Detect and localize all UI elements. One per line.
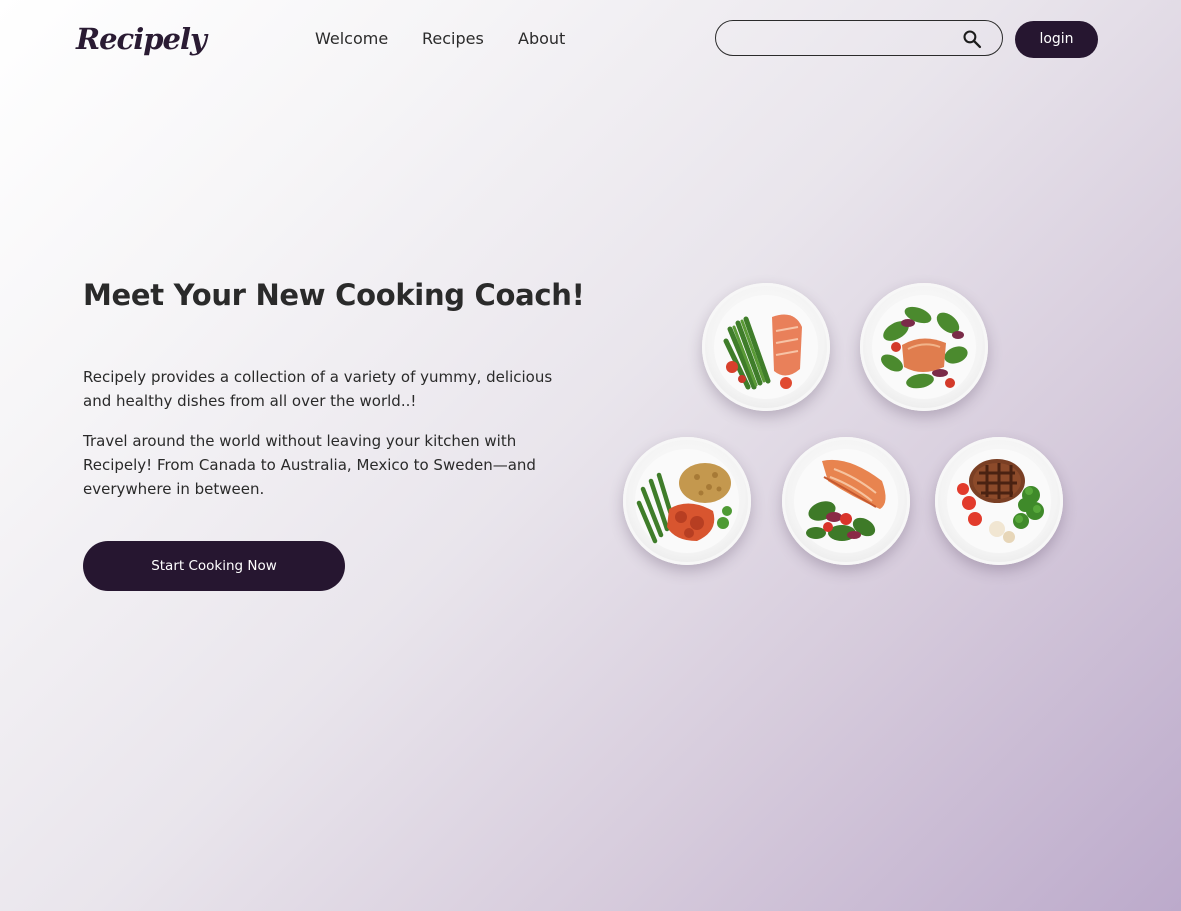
search-icon[interactable] [962,29,982,49]
salmon-greens-plate-image [782,437,910,565]
salmon-asparagus-plate-image [702,283,830,411]
hero-travel-text: Travel around the world without leaving … [83,432,536,498]
nav-link-about[interactable]: About [518,29,565,48]
hero-title: Meet Your New Cooking Coach! [83,278,585,312]
start-cooking-button[interactable]: Start Cooking Now [83,541,345,591]
nav-link-welcome[interactable]: Welcome [315,29,388,48]
search-input[interactable] [730,27,954,51]
logo[interactable]: Recipely [76,22,207,56]
steak-broccoli-plate-image [935,437,1063,565]
salmon-salad-plate-image [860,283,988,411]
login-button[interactable]: login [1015,21,1098,58]
chicken-rice-greenbeans-plate-image [623,437,751,565]
hero-description: Recipely provides a collection of a vari… [83,368,553,410]
nav-link-recipes[interactable]: Recipes [422,29,484,48]
search-bar [715,20,1003,56]
